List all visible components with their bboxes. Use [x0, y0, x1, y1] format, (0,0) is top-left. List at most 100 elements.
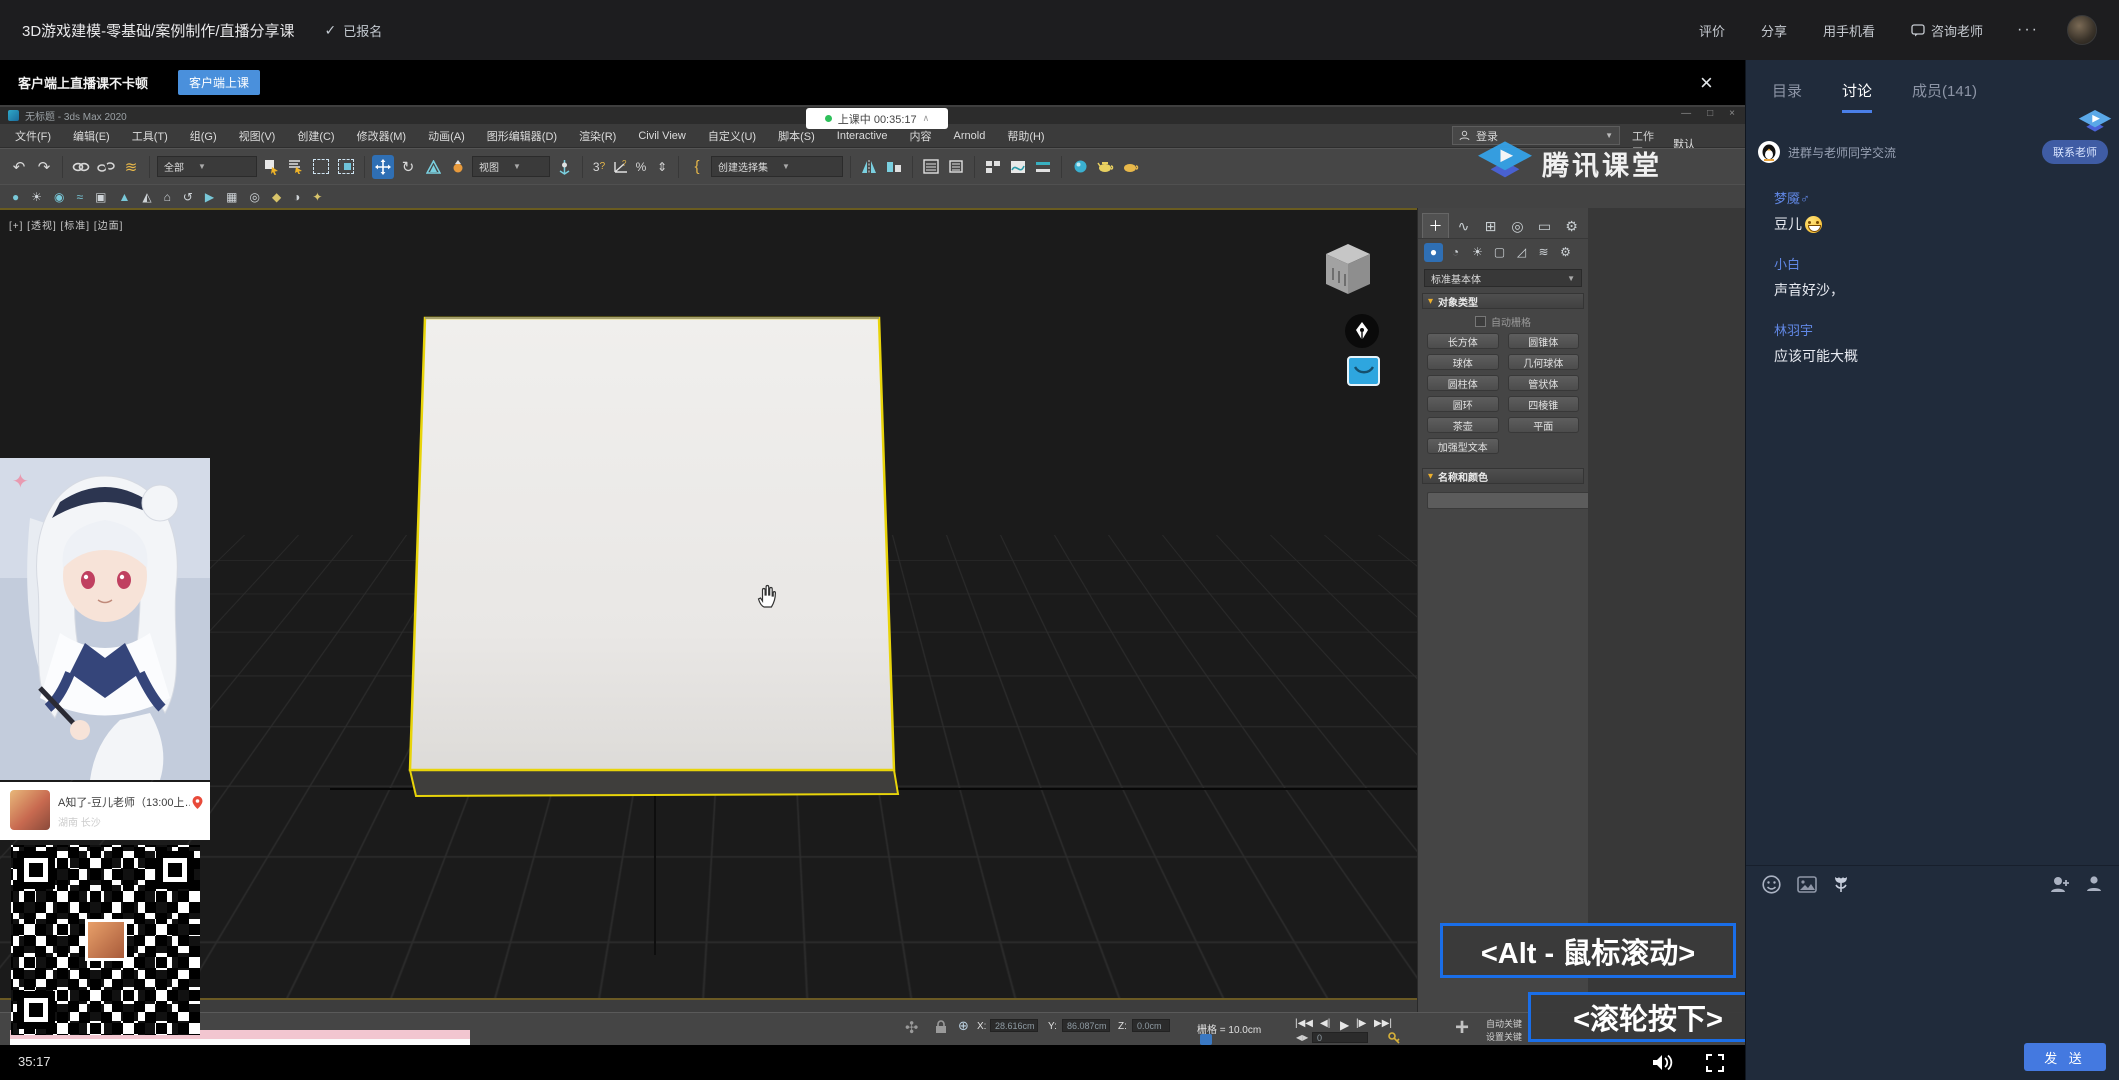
rate-button[interactable]: 评价: [1699, 21, 1725, 40]
member-view-icon[interactable]: [2085, 875, 2103, 893]
btn-text-plus[interactable]: 加强型文本: [1427, 438, 1499, 454]
max-timeline[interactable]: [0, 998, 1417, 1012]
menu-create[interactable]: 创建(C): [286, 128, 345, 144]
rollout-object-type[interactable]: ▾ 对象类型: [1422, 293, 1584, 309]
material-editor-icon[interactable]: [1069, 155, 1091, 179]
image-upload-icon[interactable]: [1797, 876, 1817, 893]
snap-toggle-icon[interactable]: 3?: [590, 155, 608, 179]
viewport-label[interactable]: [+] [透视] [标准] [边面]: [9, 217, 123, 232]
btn-teapot[interactable]: 茶壶: [1427, 417, 1499, 433]
contact-teacher-button[interactable]: 咨询老师: [1911, 21, 1983, 40]
menu-views[interactable]: 视图(V): [228, 128, 287, 144]
menu-tools[interactable]: 工具(T): [121, 128, 179, 144]
play-icon[interactable]: ▶: [1340, 1018, 1349, 1032]
schematic-view-icon[interactable]: [1032, 155, 1054, 179]
menu-help[interactable]: 帮助(H): [996, 128, 1055, 144]
sun-icon[interactable]: ☀: [31, 190, 42, 204]
menu-animation[interactable]: 动画(A): [417, 128, 476, 144]
ribbon-toggle-icon[interactable]: [982, 155, 1004, 179]
tab-motion-icon[interactable]: ◎: [1505, 214, 1530, 238]
shapes-icon[interactable]: ◔: [1446, 243, 1465, 262]
eye-icon[interactable]: ◑: [293, 190, 300, 204]
btn-sphere[interactable]: 球体: [1427, 354, 1499, 370]
undo-icon[interactable]: ↶: [8, 155, 30, 179]
render-icon[interactable]: [1119, 155, 1141, 179]
flower-gift-icon[interactable]: [1833, 875, 1849, 894]
tab-utilities-icon[interactable]: ⚙: [1559, 214, 1584, 238]
teacher-contact-card[interactable]: A知了-豆儿老师（13:00上… 湖南 长沙: [0, 782, 210, 840]
isolate-selection-icon[interactable]: ✣: [905, 1018, 918, 1038]
tab-hierarchy-icon[interactable]: ⊞: [1478, 214, 1503, 238]
menu-rendering[interactable]: 渲染(R): [568, 128, 627, 144]
add-friend-icon[interactable]: [2049, 875, 2071, 893]
water-icon[interactable]: ≈: [77, 190, 84, 204]
sphere-box-icon[interactable]: ◎: [249, 190, 259, 204]
watch-on-phone-button[interactable]: 用手机看: [1823, 21, 1875, 40]
selection-set-dropdown[interactable]: 创建选择集▼: [711, 156, 843, 177]
emoji-icon[interactable]: [1762, 875, 1781, 894]
spacewarps-icon[interactable]: ≋: [1534, 243, 1553, 262]
menu-civil-view[interactable]: Civil View: [627, 130, 696, 142]
tab-modify-icon[interactable]: ∿: [1451, 214, 1476, 238]
restore-icon[interactable]: □: [1707, 108, 1713, 119]
x-coordinate-field[interactable]: 28.616cm: [990, 1019, 1038, 1032]
light-icon[interactable]: ●: [12, 190, 19, 204]
placement-tool-icon[interactable]: [447, 155, 469, 179]
btn-plane[interactable]: 平面: [1508, 417, 1580, 433]
object-name-input[interactable]: [1427, 492, 1610, 509]
z-coordinate-field[interactable]: 0.0cm: [1132, 1019, 1170, 1032]
btn-pyramid[interactable]: 四棱锥: [1508, 396, 1580, 412]
video-stream-area[interactable]: 无标题 - 3ds Max 2020 — □ × 文件(F) 编辑(E) 工具(…: [0, 105, 1745, 1045]
current-frame-field[interactable]: 0: [1312, 1032, 1368, 1043]
render-setup-icon[interactable]: [1094, 155, 1116, 179]
layer-explorer-icon[interactable]: [945, 155, 967, 179]
move-tool-icon[interactable]: [372, 155, 394, 179]
align-icon[interactable]: [883, 155, 905, 179]
go-to-end-icon[interactable]: ▶▶|: [1374, 1018, 1392, 1029]
close-icon[interactable]: ×: [1700, 70, 1713, 96]
tree-icon[interactable]: ▲: [118, 190, 130, 204]
close-window-icon[interactable]: ×: [1729, 108, 1735, 119]
scale-tool-icon[interactable]: [422, 155, 444, 179]
btn-geosphere[interactable]: 几何球体: [1508, 354, 1580, 370]
menu-group[interactable]: 组(G): [179, 128, 228, 144]
selection-filter-dropdown[interactable]: 全部▼: [157, 156, 257, 177]
menu-graph-editors[interactable]: 图形编辑器(D): [476, 128, 568, 144]
max-viewport[interactable]: [+] [透视] [标准] [边面]: [0, 208, 1417, 998]
select-link-icon[interactable]: [70, 155, 92, 179]
autogrid-checkbox[interactable]: 自动栅格: [1418, 312, 1588, 330]
prev-frame-icon[interactable]: ◀|: [1320, 1018, 1330, 1029]
use-pivot-icon[interactable]: [553, 155, 575, 179]
window-crossing-icon[interactable]: [335, 155, 357, 179]
lights-icon[interactable]: ☀: [1468, 243, 1487, 262]
pen-tool-icon[interactable]: [1345, 314, 1379, 348]
curve-editor-icon[interactable]: [1007, 155, 1029, 179]
btn-torus[interactable]: 圆环: [1427, 396, 1499, 412]
selection-lock-icon[interactable]: [935, 1020, 947, 1034]
geometry-icon[interactable]: ●: [1424, 243, 1443, 262]
tab-create-icon[interactable]: ＋: [1422, 213, 1449, 238]
menu-content[interactable]: 内容: [899, 128, 943, 144]
minimize-icon[interactable]: —: [1681, 108, 1691, 119]
recycle-bin-icon[interactable]: [1323, 242, 1373, 296]
sender-name[interactable]: 林羽宇: [1774, 320, 2094, 339]
selected-box-object[interactable]: [395, 310, 910, 805]
percent-snap-icon[interactable]: %: [632, 155, 650, 179]
tab-discussion[interactable]: 讨论: [1842, 80, 1872, 113]
tab-display-icon[interactable]: ▭: [1532, 214, 1557, 238]
volume-icon[interactable]: [1652, 1053, 1674, 1072]
primitive-category-dropdown[interactable]: 标准基本体 ▼: [1424, 269, 1582, 287]
fullscreen-icon[interactable]: [1706, 1054, 1724, 1072]
send-button[interactable]: 发 送: [2024, 1043, 2106, 1071]
angle-snap-icon[interactable]: ?: [611, 155, 629, 179]
select-object-icon[interactable]: [260, 155, 282, 179]
cone-icon[interactable]: ◭: [142, 190, 151, 204]
spinner-snap-icon[interactable]: ⇕: [653, 155, 671, 179]
menu-edit[interactable]: 编辑(E): [62, 128, 121, 144]
cameras-icon[interactable]: ▢: [1490, 243, 1509, 262]
auto-key-plus-icon[interactable]: +: [1448, 1014, 1476, 1042]
export-box-icon[interactable]: ◆: [272, 190, 281, 204]
systems-icon[interactable]: ⚙: [1556, 243, 1575, 262]
rollout-name-color[interactable]: ▾ 名称和颜色: [1422, 468, 1584, 484]
next-frame-icon[interactable]: |▶: [1356, 1018, 1366, 1029]
